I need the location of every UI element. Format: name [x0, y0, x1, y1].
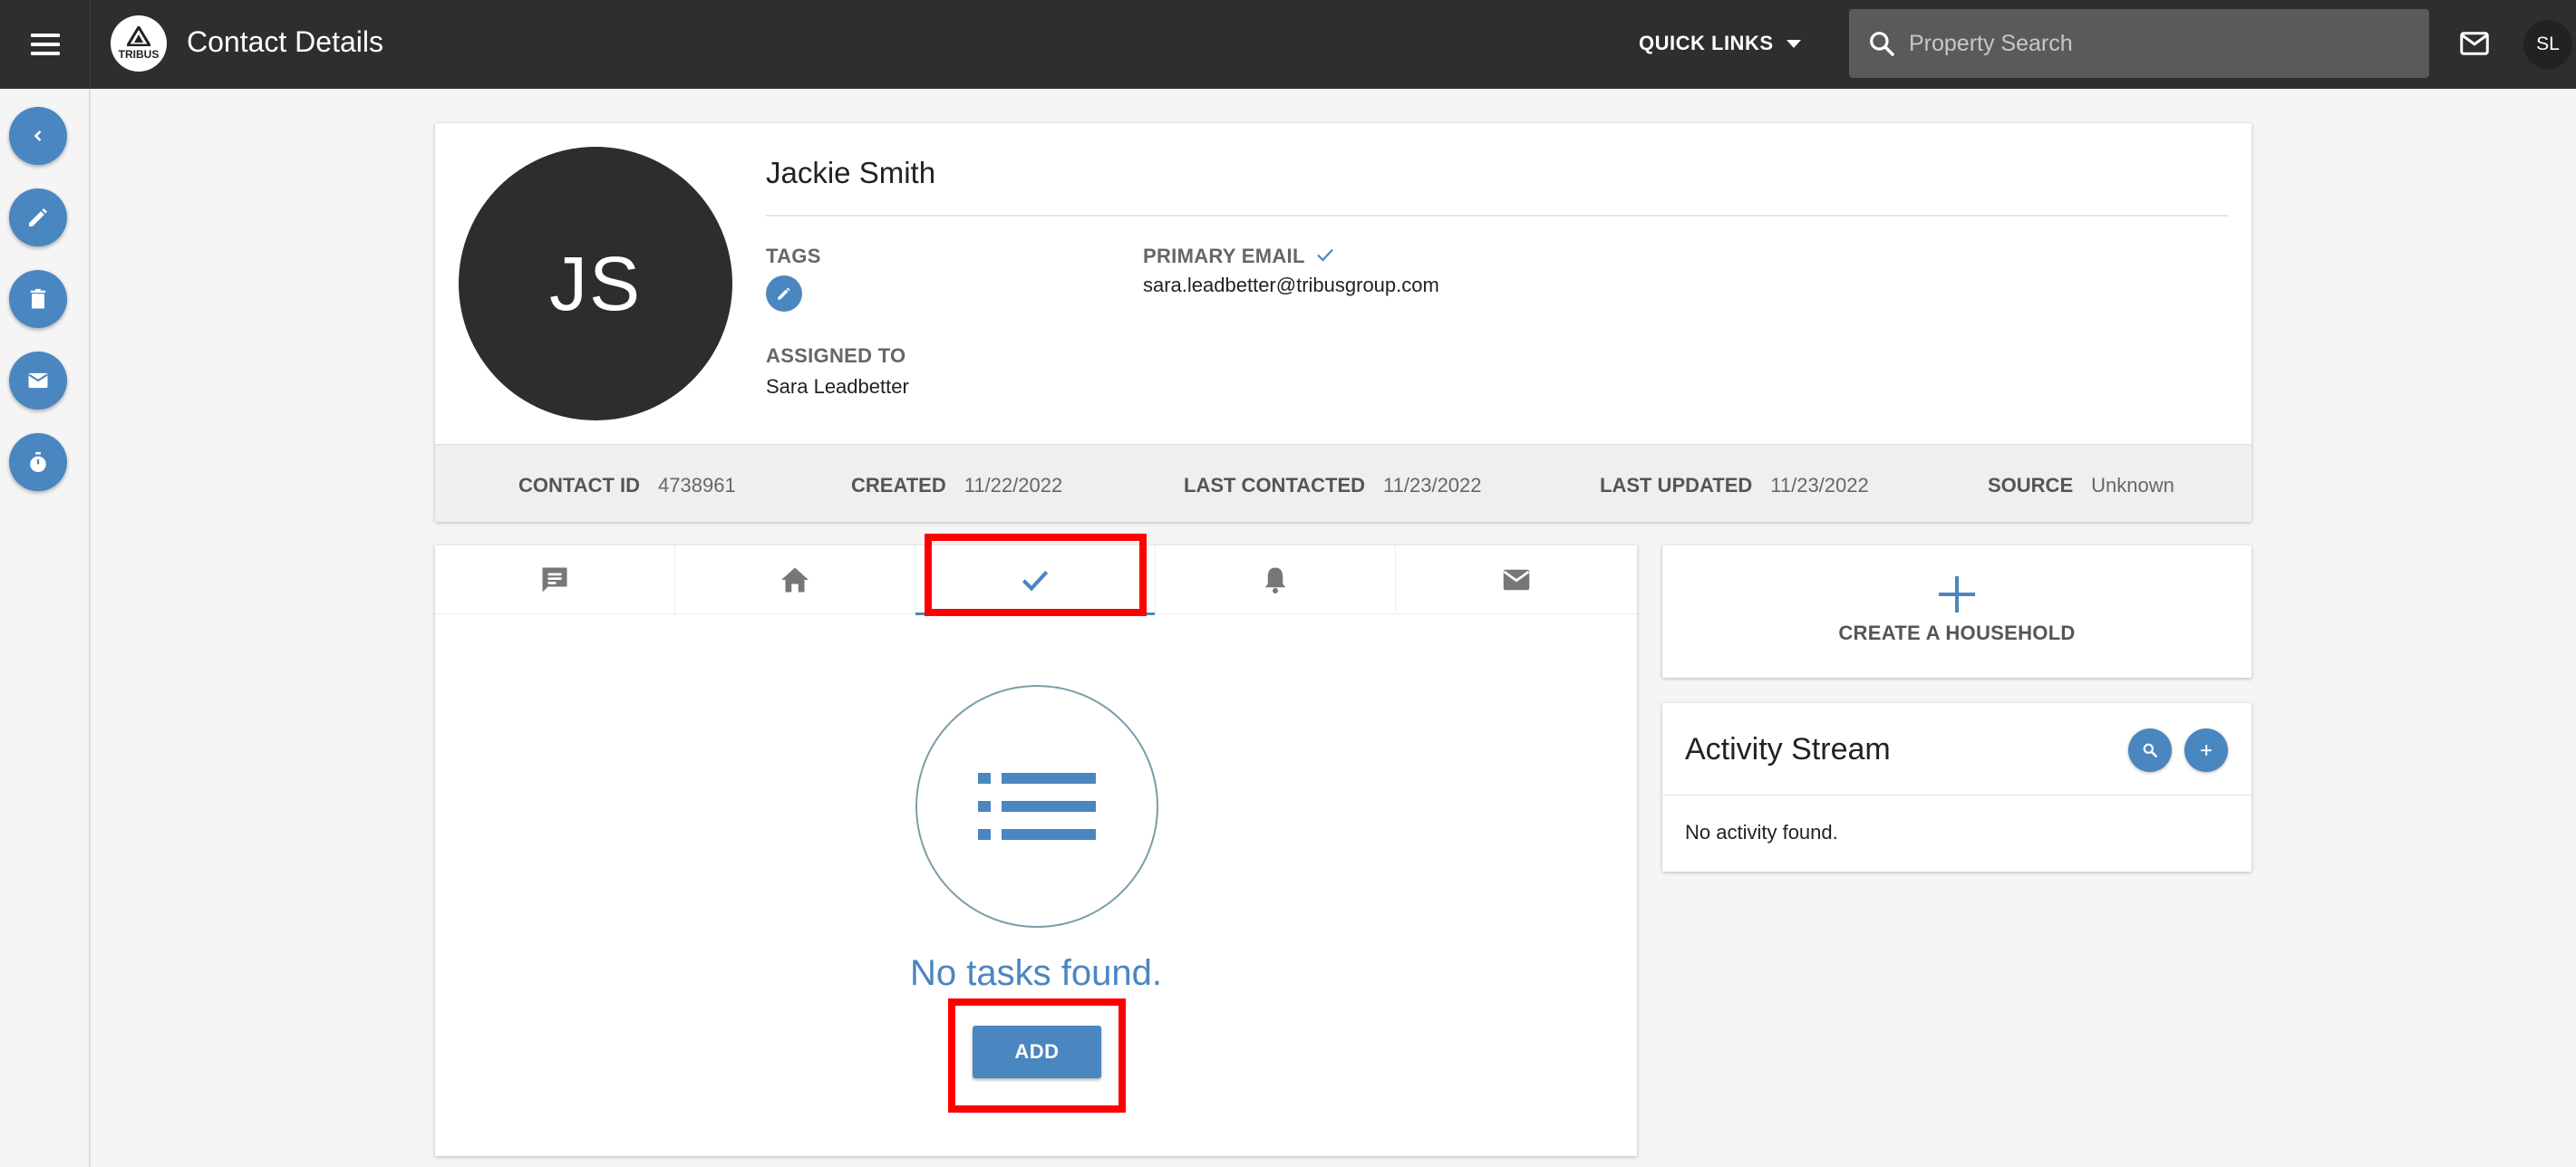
divider — [766, 215, 2228, 217]
contact-tabs-card: No tasks found. ADD — [435, 534, 1637, 1156]
timer-button[interactable] — [9, 433, 67, 491]
empty-tasks-illustration — [915, 685, 1158, 928]
mail-icon — [28, 372, 48, 389]
last-contacted-meta: LAST CONTACTED 11/23/2022 — [1184, 474, 1482, 497]
contact-id-value: 4738961 — [658, 474, 736, 497]
trash-icon — [30, 288, 46, 309]
pencil-icon — [778, 287, 790, 300]
back-button[interactable] — [9, 107, 67, 165]
contact-profile-card: JS Jackie Smith TAGS PRIMARY EMAIL sara.… — [435, 123, 2252, 522]
created-meta: CREATED 11/22/2022 — [851, 474, 1062, 497]
top-app-bar: TRIBUS Contact Details QUICK LINKS SL — [0, 0, 2576, 89]
assigned-to-value: Sara Leadbetter — [766, 375, 909, 398]
quick-links-dropdown[interactable]: QUICK LINKS — [1639, 25, 1801, 62]
messages-button[interactable] — [2458, 27, 2491, 64]
empty-tasks-message: No tasks found. — [910, 953, 1162, 993]
search-activity-button[interactable] — [2128, 728, 2172, 772]
last-contacted-label: LAST CONTACTED — [1184, 474, 1366, 497]
menu-icon — [30, 34, 60, 55]
contact-avatar: JS — [459, 147, 732, 420]
tab-reminders[interactable] — [1156, 545, 1396, 614]
tasks-tab-highlight — [925, 534, 1147, 616]
tribus-logo[interactable]: TRIBUS — [111, 15, 167, 72]
primary-email-value[interactable]: sara.leadbetter@tribusgroup.com — [1143, 274, 1439, 297]
create-household-label: CREATE A HOUSEHOLD — [1838, 622, 2076, 644]
logo-text: TRIBUS — [118, 48, 160, 61]
verified-check-icon — [1317, 248, 1333, 262]
chevron-left-icon — [34, 130, 42, 141]
created-value: 11/22/2022 — [964, 474, 1063, 497]
property-search-input[interactable] — [1909, 30, 2416, 57]
tab-emails[interactable] — [1396, 545, 1636, 614]
page-title: Contact Details — [187, 25, 383, 58]
user-avatar[interactable]: SL — [2523, 20, 2572, 69]
divider — [1662, 795, 2252, 796]
contact-id-meta: CONTACT ID 4738961 — [518, 474, 736, 497]
mail-icon — [1503, 569, 1529, 591]
pencil-icon — [29, 208, 47, 227]
source-meta: SOURCE Unknown — [1988, 474, 2174, 497]
list-icon — [978, 773, 1096, 840]
empty-activity-message: No activity found. — [1685, 821, 1838, 844]
tags-label: TAGS — [766, 245, 821, 267]
email-contact-button[interactable] — [9, 352, 67, 410]
primary-email-label: PRIMARY EMAIL — [1143, 245, 1305, 267]
add-button-highlight — [948, 998, 1126, 1113]
action-rail — [0, 89, 91, 1167]
create-household-button[interactable]: CREATE A HOUSEHOLD — [1662, 545, 2252, 678]
logo-mountain-icon — [127, 26, 150, 46]
delete-contact-button[interactable] — [9, 270, 67, 328]
search-icon — [1870, 32, 1894, 56]
contact-id-label: CONTACT ID — [518, 474, 641, 497]
mail-icon — [2460, 32, 2489, 55]
last-updated-label: LAST UPDATED — [1600, 474, 1753, 497]
caret-down-icon — [1786, 39, 1801, 48]
edit-contact-button[interactable] — [9, 188, 67, 246]
property-search[interactable] — [1849, 9, 2429, 78]
quick-links-label: QUICK LINKS — [1639, 32, 1774, 54]
home-icon — [781, 567, 809, 593]
contact-meta-bar: CONTACT ID 4738961 CREATED 11/22/2022 LA… — [435, 444, 2252, 522]
last-updated-value: 11/23/2022 — [1770, 474, 1869, 497]
stopwatch-icon — [30, 451, 46, 473]
activity-stream-card: Activity Stream No activity found. — [1662, 703, 2252, 872]
created-label: CREATED — [851, 474, 946, 497]
add-activity-button[interactable] — [2184, 728, 2228, 772]
assigned-to-label: ASSIGNED TO — [766, 344, 906, 367]
notes-icon — [542, 567, 567, 593]
tab-notes[interactable] — [435, 545, 675, 614]
bell-icon — [1264, 567, 1286, 593]
plus-icon — [2201, 745, 2212, 756]
edit-tags-button[interactable] — [766, 275, 802, 312]
activity-stream-title: Activity Stream — [1685, 732, 1891, 767]
tab-properties[interactable] — [675, 545, 915, 614]
search-icon — [2143, 743, 2157, 757]
hamburger-menu-button[interactable] — [0, 0, 91, 89]
last-contacted-value: 11/23/2022 — [1383, 474, 1482, 497]
source-label: SOURCE — [1988, 474, 2074, 497]
plus-icon — [1939, 576, 1975, 612]
last-updated-meta: LAST UPDATED 11/23/2022 — [1600, 474, 1869, 497]
contact-name: Jackie Smith — [766, 156, 936, 189]
source-value: Unknown — [2091, 474, 2174, 497]
